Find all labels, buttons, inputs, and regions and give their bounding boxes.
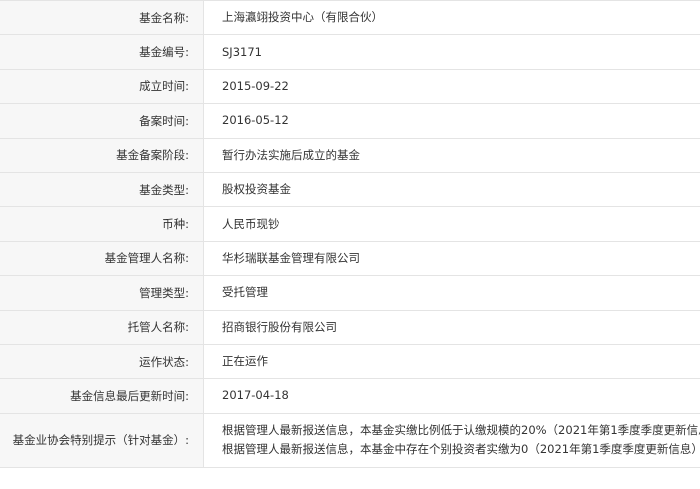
row-record-stage: 基金备案阶段: 暂行办法实施后成立的基金 — [0, 138, 700, 173]
value-text: 招商银行股份有限公司 — [222, 319, 337, 334]
row-value: 正在运作 — [204, 345, 700, 378]
value-text: 2017-04-18 — [222, 388, 289, 403]
row-value: SJ3171 — [204, 35, 700, 68]
row-label: 基金类型: — [0, 172, 204, 207]
row-label: 币种: — [0, 207, 204, 241]
row-operation-status: 运作状态: 正在运作 — [0, 344, 700, 380]
row-value: 华杉瑞联基金管理有限公司 — [204, 242, 700, 275]
row-last-update: 基金信息最后更新时间: 2017-04-18 — [0, 379, 700, 414]
row-fund-name: 基金名称: 上海瀛翊投资中心（有限合伙） — [0, 1, 700, 36]
notice-line: 根据管理人最新报送信息，本基金中存在个别投资者实缴为0（2021年第1季度季度更… — [222, 442, 700, 457]
value-text: 受托管理 — [222, 285, 268, 300]
row-management-type: 管理类型: 受托管理 — [0, 276, 700, 311]
fund-info-table: 基金名称: 上海瀛翊投资中心（有限合伙） 基金编号: SJ3171 成立时间: … — [0, 0, 700, 468]
value-text: 正在运作 — [222, 354, 268, 369]
row-value: 招商银行股份有限公司 — [204, 311, 700, 344]
row-label: 管理类型: — [0, 276, 204, 310]
row-currency: 币种: 人民币现钞 — [0, 207, 700, 242]
row-label: 托管人名称: — [0, 310, 204, 344]
row-value: 2017-04-18 — [204, 379, 700, 412]
value-text: 华杉瑞联基金管理有限公司 — [222, 250, 360, 265]
row-custodian-name: 托管人名称: 招商银行股份有限公司 — [0, 310, 700, 345]
value-text: 2016-05-12 — [222, 113, 289, 128]
row-value: 根据管理人最新报送信息，本基金实缴比例低于认缴规模的20%（2021年第1季度季… — [204, 414, 700, 467]
row-label: 基金业协会特别提示（针对基金）: — [0, 413, 204, 467]
row-fund-type: 基金类型: 股权投资基金 — [0, 172, 700, 208]
row-label: 基金名称: — [0, 1, 204, 35]
row-label: 基金信息最后更新时间: — [0, 379, 204, 413]
row-fund-code: 基金编号: SJ3171 — [0, 35, 700, 70]
row-value: 暂行办法实施后成立的基金 — [204, 139, 700, 172]
row-label: 基金编号: — [0, 35, 204, 69]
row-record-date: 备案时间: 2016-05-12 — [0, 104, 700, 139]
row-value: 2016-05-12 — [204, 104, 700, 137]
row-label: 运作状态: — [0, 344, 204, 379]
notice-line: 根据管理人最新报送信息，本基金实缴比例低于认缴规模的20%（2021年第1季度季… — [222, 423, 700, 438]
value-text: SJ3171 — [222, 44, 262, 59]
row-label: 基金管理人名称: — [0, 241, 204, 276]
row-value: 股权投资基金 — [204, 173, 700, 206]
value-text: 上海瀛翊投资中心（有限合伙） — [222, 10, 383, 25]
row-label: 成立时间: — [0, 69, 204, 104]
value-text: 2015-09-22 — [222, 78, 289, 93]
row-label: 基金备案阶段: — [0, 138, 204, 172]
row-value: 人民币现钞 — [204, 207, 700, 240]
row-value: 受托管理 — [204, 276, 700, 309]
value-text: 暂行办法实施后成立的基金 — [222, 147, 360, 162]
value-text: 人民币现钞 — [222, 216, 280, 231]
value-text: 股权投资基金 — [222, 182, 291, 197]
row-value: 上海瀛翊投资中心（有限合伙） — [204, 1, 700, 34]
row-label: 备案时间: — [0, 104, 204, 138]
row-special-notice: 基金业协会特别提示（针对基金）: 根据管理人最新报送信息，本基金实缴比例低于认缴… — [0, 413, 700, 468]
row-manager-name: 基金管理人名称: 华杉瑞联基金管理有限公司 — [0, 241, 700, 277]
row-establish-date: 成立时间: 2015-09-22 — [0, 69, 700, 105]
row-value: 2015-09-22 — [204, 70, 700, 103]
